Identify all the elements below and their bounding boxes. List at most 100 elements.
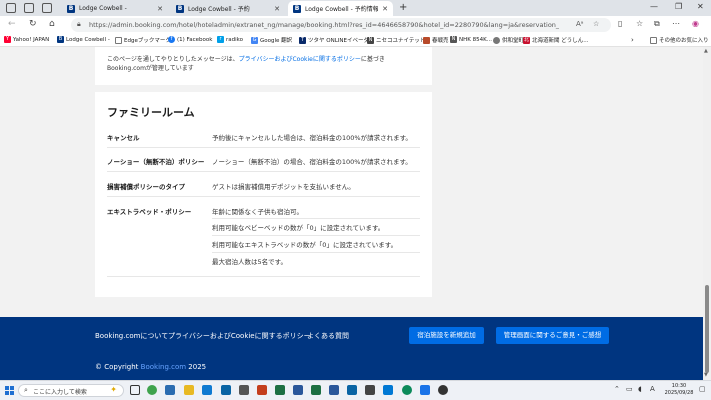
bookmark-label: Yahoo! JAPAN (13, 36, 50, 43)
divider (212, 218, 420, 219)
copyright: © Copyright Booking.com 2025 (95, 363, 206, 371)
word-icon[interactable] (329, 385, 339, 395)
privacy-policy-link[interactable]: プライバシーおよびCookieに関するポリシー (239, 56, 361, 63)
bookmark-favicon-icon (493, 36, 500, 44)
home-icon[interactable]: ⌂ (49, 19, 55, 29)
bookmark-label: 北海道新聞 どうしん... (532, 38, 589, 44)
other-bookmarks[interactable]: その他のお気に入り (650, 36, 709, 44)
app-icon[interactable] (239, 385, 249, 395)
app-icon[interactable] (365, 385, 375, 395)
word-icon[interactable] (293, 385, 303, 395)
tab-2[interactable]: B Lodge Cowbell - 予約 ✕ (171, 1, 285, 16)
bookmark-favicon-icon: B (57, 36, 64, 43)
tab-title: Lodge Cowbell - 予約 (188, 6, 250, 13)
show-hidden-icons-chevron-icon[interactable]: ⌃ (614, 385, 620, 393)
close-icon[interactable]: ✕ (157, 5, 163, 13)
favorite-star-icon[interactable]: ☆ (593, 20, 599, 28)
bookmark-label: その他のお気に入り (659, 38, 709, 44)
policy-value: ゲストは損害補償用デポジットを支払いません。 (212, 183, 355, 191)
close-icon[interactable]: ✕ (274, 5, 280, 13)
scrollbar-thumb[interactable] (705, 285, 709, 373)
footer-link-about[interactable]: Booking.comについて (95, 331, 168, 341)
tsutaya-icon: T (299, 36, 306, 44)
refresh-icon[interactable]: ↻ (29, 19, 37, 29)
feedback-button[interactable]: 管理画面に関するご意見・ご感想 (496, 327, 609, 344)
collections-icon[interactable]: ⧉ (654, 19, 660, 29)
ime-mode-indicator[interactable]: A (650, 385, 655, 393)
message-notice-text: このページを通してやりとりしたメッセージは、プライバシーおよびCookieに関す… (107, 55, 417, 73)
bookmark-item[interactable]: 北 北海道新聞 どうしん... (523, 36, 589, 44)
app-icon[interactable] (165, 385, 175, 395)
network-icon[interactable]: ▭ (626, 385, 633, 393)
add-property-button[interactable]: 宿泊施設を新規追加 (409, 327, 484, 344)
file-explorer-icon[interactable] (184, 385, 194, 395)
bookmark-item[interactable]: 供和堂町 (493, 36, 524, 44)
copilot-icon[interactable]: ◉ (692, 19, 699, 28)
profile-icon[interactable] (6, 3, 16, 13)
tab-3-active[interactable]: B Lodge Cowbell - 予約情報 ✕ (288, 1, 393, 16)
message-notice-card: このページを通してやりとりしたメッセージは、プライバシーおよびCookieに関す… (95, 47, 432, 85)
app-icon[interactable] (383, 385, 393, 395)
taskbar-clock[interactable]: 10:30 2025/09/28 (664, 383, 694, 397)
excel-icon[interactable] (311, 385, 321, 395)
task-view-icon[interactable] (130, 385, 140, 395)
bookmarks-overflow-chevron-icon[interactable]: › (631, 36, 634, 44)
windows-taskbar: ⌕ ここに入力して検索 ✦ ⌃ ▭ ◖ A 10:30 2025/09/28 ▢ (0, 380, 711, 400)
excel-icon[interactable] (275, 385, 285, 395)
footer-link-privacy[interactable]: プライバシーおよびCookieに関するポリシー (168, 331, 311, 341)
bookmark-item[interactable]: 春戦売 (423, 36, 449, 44)
taskbar-search-box[interactable]: ⌕ ここに入力して検索 ✦ (18, 384, 124, 397)
bookmark-item[interactable]: B Lodge Cowbell - (57, 36, 110, 43)
widgets-icon[interactable] (147, 385, 157, 395)
minimize-icon[interactable]: — (650, 2, 658, 11)
policy-row-no-show: ノーショー（無断不泊）ポリシー ノーショー（無断不泊）の場合、宿泊料金の100%… (107, 150, 420, 172)
new-tab-button[interactable]: + (399, 2, 407, 13)
bookmark-favicon-icon: Y (4, 36, 11, 43)
bookmark-item[interactable]: G Google 翻訳 (251, 36, 292, 44)
bookmark-label: (1) Facebook (177, 36, 213, 43)
search-placeholder: ここに入力して検索 (33, 389, 87, 396)
footer-link-faq[interactable]: よくある質問 (307, 331, 349, 341)
tab-actions-icon[interactable] (42, 3, 52, 13)
workspaces-icon[interactable] (24, 3, 34, 13)
maximize-icon[interactable]: ❐ (675, 2, 682, 11)
bookmark-item[interactable]: Edgeブックマーク (115, 36, 171, 44)
scroll-down-icon[interactable]: ▼ (704, 372, 708, 378)
bookmark-item[interactable]: r radiko (217, 36, 243, 43)
tab-1[interactable]: B Lodge Cowbell - ✕ (62, 1, 168, 16)
edge-browser-icon[interactable] (402, 385, 412, 395)
volume-icon[interactable]: ◖ (638, 385, 642, 393)
read-aloud-icon[interactable]: Aᵃ (576, 20, 584, 28)
app-icon[interactable] (420, 385, 430, 395)
notifications-icon[interactable]: ▢ (699, 385, 706, 393)
divider (212, 235, 420, 236)
vertical-scrollbar[interactable]: ▲ ▼ (703, 47, 711, 380)
outlook-icon[interactable] (221, 385, 231, 395)
clock-time: 10:30 (671, 383, 687, 389)
mail-icon[interactable] (202, 385, 212, 395)
powerpoint-icon[interactable] (257, 385, 267, 395)
favorites-icon[interactable]: ☆ (636, 19, 643, 28)
bookmark-item[interactable]: Y Yahoo! JAPAN (4, 36, 49, 43)
bookmark-item[interactable]: N NHK 854K... (450, 36, 492, 43)
outlook-icon[interactable] (347, 385, 357, 395)
back-icon[interactable]: ← (8, 19, 16, 29)
app-icon[interactable] (438, 385, 448, 395)
policy-row-damage-deposit: 損害補償ポリシーのタイプ ゲストは損害補償用デポジットを支払いません。 (107, 175, 420, 197)
scroll-up-icon[interactable]: ▲ (704, 48, 708, 54)
url-text: https://admin.booking.com/hotel/hoteladm… (89, 21, 559, 29)
windows-start-icon[interactable] (5, 386, 14, 395)
window-close-icon[interactable]: ✕ (697, 2, 704, 11)
bookmark-item[interactable]: f (1) Facebook (168, 36, 212, 43)
more-menu-icon[interactable]: ⋯ (672, 19, 680, 28)
bookmark-item[interactable]: T ツタヤ ONLINEイベーダ (299, 36, 369, 44)
booking-home-link[interactable]: Booking.com (141, 363, 186, 371)
bookmark-label: Lodge Cowbell - (66, 36, 110, 43)
bookmark-item[interactable]: N ニセコユナイテッド (367, 36, 425, 44)
url-bar[interactable]: 🔒︎ https://admin.booking.com/hotel/hotel… (71, 18, 611, 32)
split-screen-icon[interactable]: ▯ (618, 19, 622, 28)
policy-value: 最大宿泊人数は5名です。 (212, 258, 287, 266)
google-translate-icon: G (251, 36, 258, 44)
close-icon[interactable]: ✕ (382, 5, 388, 13)
site-footer: Booking.comについて プライバシーおよびCookieに関するポリシー … (0, 317, 703, 380)
